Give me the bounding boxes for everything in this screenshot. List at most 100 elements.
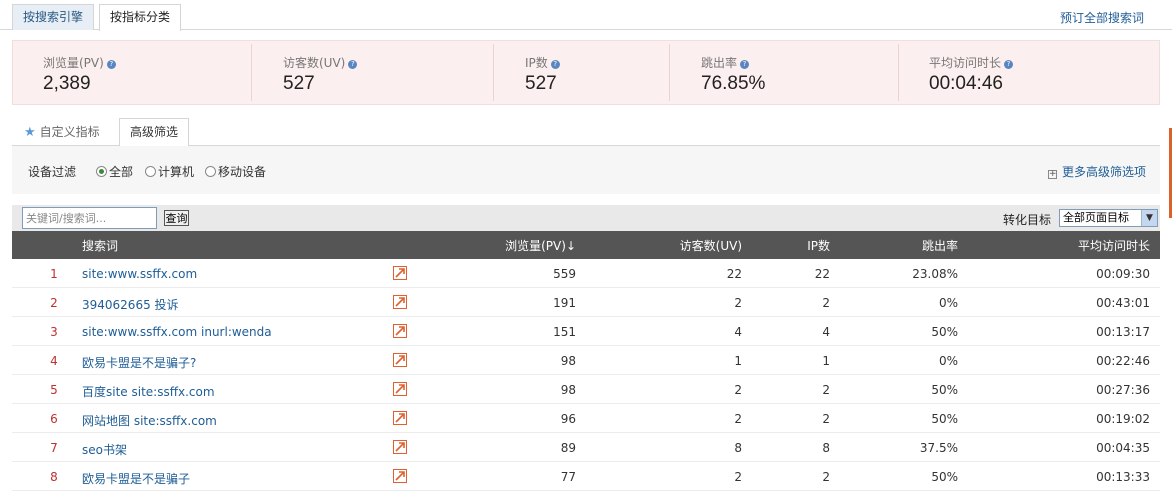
divider (251, 44, 252, 101)
help-icon[interactable]: ? (348, 60, 358, 69)
keyword-table: 搜索词 浏览量(PV)↓ 访客数(UV) IP数 跳出率 平均访问时长 1 sit… (12, 231, 1160, 491)
keyword-link[interactable]: 网站地图 site:ssffx.com (82, 412, 217, 429)
more-filters-link[interactable]: + 更多高级筛选项 (1047, 163, 1146, 180)
tab-advanced-filter[interactable]: 高级筛选 (119, 118, 190, 147)
device-filter-label: 设备过滤 (28, 165, 77, 179)
keyword-link[interactable]: seo书架 (82, 441, 127, 458)
cell-avg-duration: 00:19:02 (1096, 412, 1150, 426)
cell-ip: 4 (822, 325, 830, 339)
search-button[interactable]: 查询 (164, 210, 189, 226)
row-rank: 3 (50, 325, 58, 339)
cell-uv: 2 (734, 296, 742, 310)
chevron-down-icon[interactable]: ▼ (1141, 210, 1157, 226)
keyword-search-input[interactable] (22, 207, 157, 229)
cell-uv: 2 (734, 470, 742, 484)
cell-avg-duration: 00:22:46 (1096, 354, 1150, 368)
trend-chart-icon[interactable] (393, 440, 407, 454)
tab-by-metric[interactable]: 按指标分类 (99, 4, 182, 31)
trend-chart-icon[interactable] (393, 411, 407, 425)
cell-pv: 151 (553, 325, 576, 339)
divider (898, 44, 899, 101)
row-rank: 2 (50, 296, 58, 310)
cell-avg-duration: 00:09:30 (1096, 267, 1150, 281)
keyword-link[interactable]: site:www.ssffx.com (82, 267, 197, 281)
cell-ip: 2 (822, 412, 830, 426)
trend-chart-icon[interactable] (393, 295, 407, 309)
cell-pv: 191 (553, 296, 576, 310)
table-row: 7 seo书架 89 8 8 37.5% 00:04:35 (12, 433, 1160, 462)
tab-custom-metrics[interactable]: ★ 自定义指标 (24, 123, 100, 140)
radio-icon (145, 166, 156, 177)
metric-value: 2,389 (43, 73, 91, 94)
metric-label: IP数 (525, 56, 548, 70)
metric-value: 527 (283, 73, 315, 94)
subscribe-all-keywords-link[interactable]: 预订全部搜索词 (1060, 9, 1144, 26)
cell-uv: 1 (734, 354, 742, 368)
cell-avg-duration: 00:13:33 (1096, 470, 1150, 484)
help-icon[interactable]: ? (106, 60, 116, 69)
cell-uv: 2 (734, 383, 742, 397)
row-rank: 6 (50, 412, 58, 426)
cell-bounce-rate: 0% (938, 354, 958, 368)
metrics-summary: 浏览量(PV)? 2,389 访客数(UV)? 527 IP数? 527 跳出率… (12, 40, 1160, 105)
cell-ip: 2 (822, 383, 830, 397)
trend-chart-icon[interactable] (393, 353, 407, 367)
trend-chart-icon[interactable] (393, 324, 407, 338)
trend-chart-icon[interactable] (393, 382, 407, 396)
help-icon[interactable]: ? (1004, 60, 1014, 69)
metric-value: 00:04:46 (929, 73, 1003, 94)
col-ip[interactable]: IP数 (742, 237, 830, 254)
col-pv[interactable]: 浏览量(PV)↓ (412, 237, 576, 254)
radio-mobile[interactable]: 移动设备 (205, 163, 266, 180)
keyword-link[interactable]: 欧易卡盟是不是骗子 (82, 470, 190, 487)
divider (669, 44, 670, 101)
trend-chart-icon[interactable] (393, 266, 407, 280)
radio-computer[interactable]: 计算机 (145, 163, 194, 180)
cell-bounce-rate: 50% (931, 412, 958, 426)
col-avg-duration[interactable]: 平均访问时长 (958, 237, 1150, 254)
cell-uv: 4 (734, 325, 742, 339)
tab-by-search-engine[interactable]: 按搜索引擎 (12, 4, 95, 30)
table-row: 2 394062665 投诉 191 2 2 0% 00:43:01 (12, 288, 1160, 317)
star-icon: ★ (24, 125, 36, 140)
col-bounce-rate[interactable]: 跳出率 (830, 237, 958, 254)
table-row: 6 网站地图 site:ssffx.com 96 2 2 50% 00:19:02 (12, 404, 1160, 433)
keyword-link[interactable]: 欧易卡盟是不是骗子? (82, 354, 196, 371)
conversion-goal-select[interactable]: 全部页面目标 ▼ (1059, 209, 1158, 227)
col-keyword[interactable]: 搜索词 (82, 237, 118, 254)
search-toolbar: 查询 转化目标 全部页面目标 ▼ (12, 205, 1160, 231)
metric-value: 527 (525, 73, 557, 94)
sort-desc-icon: ↓ (565, 239, 576, 253)
row-rank: 8 (50, 470, 58, 484)
keyword-link[interactable]: 394062665 投诉 (82, 296, 179, 313)
metric-label: 访客数(UV) (283, 56, 346, 70)
cell-ip: 2 (822, 470, 830, 484)
cell-bounce-rate: 50% (931, 470, 958, 484)
table-row: 4 欧易卡盟是不是骗子? 98 1 1 0% 00:22:46 (12, 346, 1160, 375)
trend-chart-icon[interactable] (393, 469, 407, 483)
row-rank: 4 (50, 354, 58, 368)
keyword-link[interactable]: 百度site site:ssffx.com (82, 383, 215, 400)
divider (493, 44, 494, 101)
table-row: 5 百度site site:ssffx.com 98 2 2 50% 00:27:36 (12, 375, 1160, 404)
table-row: 8 欧易卡盟是不是骗子 77 2 2 50% 00:13:33 (12, 462, 1160, 491)
cell-ip: 2 (822, 296, 830, 310)
cell-bounce-rate: 50% (931, 383, 958, 397)
cell-ip: 22 (814, 267, 830, 281)
radio-all[interactable]: 全部 (96, 163, 133, 180)
help-icon[interactable]: ? (550, 60, 560, 69)
cell-uv: 22 (726, 267, 742, 281)
metric-value: 76.85% (701, 73, 766, 94)
help-icon[interactable]: ? (740, 60, 750, 69)
cell-avg-duration: 00:43:01 (1096, 296, 1150, 310)
metric-label: 跳出率 (701, 56, 738, 70)
keyword-link[interactable]: site:www.ssffx.com inurl:wenda (82, 325, 272, 339)
cell-pv: 98 (560, 354, 576, 368)
table-header: 搜索词 浏览量(PV)↓ 访客数(UV) IP数 跳出率 平均访问时长 (12, 231, 1160, 259)
metric-label: 平均访问时长 (929, 56, 1002, 70)
table-row: 1 site:www.ssffx.com 559 22 22 23.08% 00:09:30 (12, 259, 1160, 288)
cell-ip: 8 (822, 441, 830, 455)
table-body: 1 site:www.ssffx.com 559 22 22 23.08% 00:09:30… (12, 259, 1160, 491)
col-uv[interactable]: 访客数(UV) (576, 237, 742, 254)
row-rank: 5 (50, 383, 58, 397)
